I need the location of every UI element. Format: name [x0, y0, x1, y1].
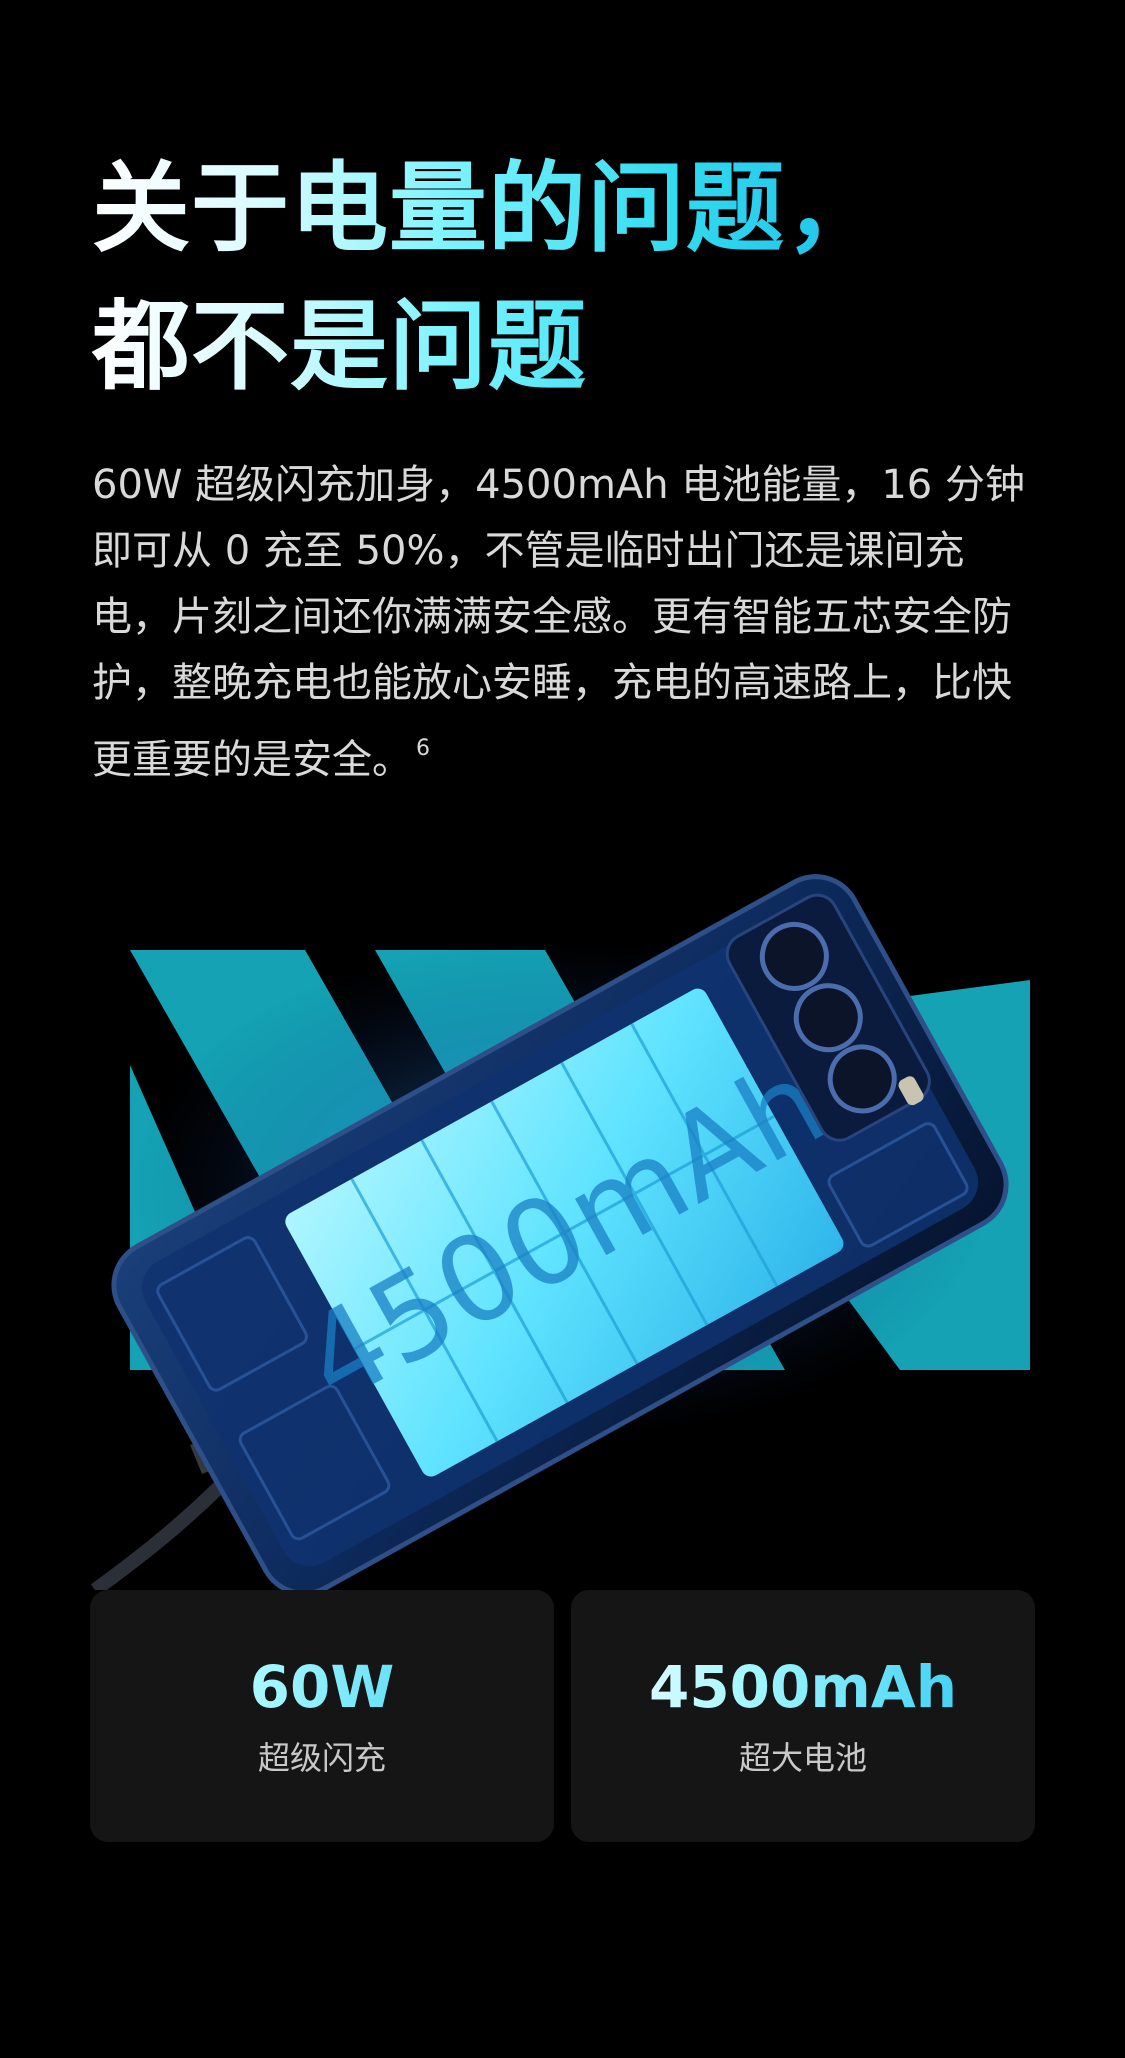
body-copy: 60W 超级闪充加身，4500mAh 电池能量，16 分钟即可从 0 充至 50…	[92, 452, 1042, 793]
stat-label: 超大电池	[738, 1739, 867, 1777]
stat-value: 4500mAh	[571, 1652, 1035, 1722]
stat-card-battery: 4500mAh 超大电池	[571, 1590, 1035, 1842]
headline-line-1: 关于电量的问题，	[92, 152, 885, 266]
body-text: 60W 超级闪充加身，4500mAh 电池能量，16 分钟即可从 0 充至 50…	[92, 462, 1025, 783]
battery-section: 关于电量的问题， 都不是问题 60W 超级闪充加身，4500mAh 电池能量，1…	[0, 0, 1125, 2058]
phone-battery-illustration: 4500mAh	[90, 874, 1030, 1590]
headline: 关于电量的问题， 都不是问题	[92, 140, 1052, 416]
stat-value: 60W	[90, 1652, 554, 1722]
footnote-marker[interactable]: 6	[416, 736, 430, 761]
headline-line-2: 都不是问题	[92, 290, 588, 404]
stat-card-charging: 60W 超级闪充	[90, 1590, 554, 1842]
stat-label: 超级闪充	[257, 1739, 386, 1777]
